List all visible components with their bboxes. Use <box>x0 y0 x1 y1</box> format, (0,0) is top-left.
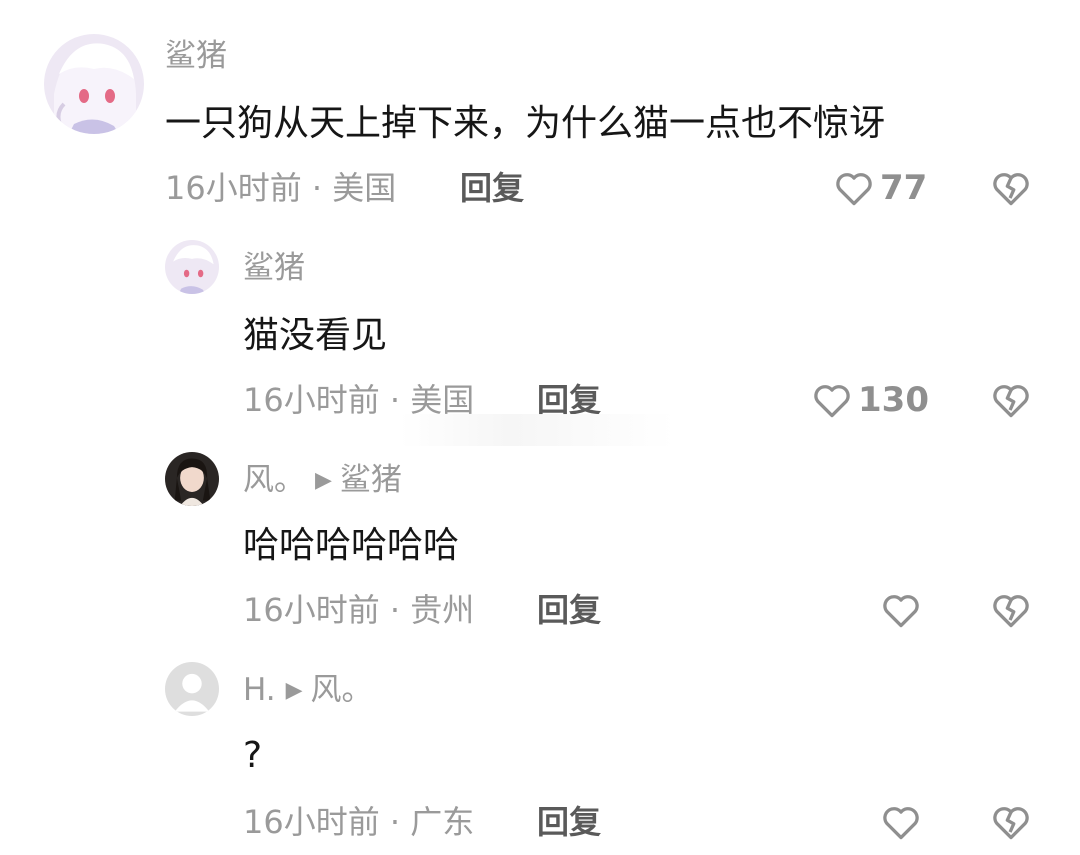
comment-text: 哈哈哈哈哈哈 <box>243 525 460 566</box>
comment-meta: 16小时前 · 贵州 <box>243 591 475 629</box>
avatar[interactable] <box>165 240 219 294</box>
reply-to-author[interactable]: 风。 <box>311 672 373 708</box>
heart-outline-icon <box>836 173 872 206</box>
like-button[interactable] <box>879 800 927 844</box>
comment-meta: 16小时前 · 广东 <box>243 803 475 841</box>
comment-text: ? <box>243 735 263 776</box>
heart-outline-icon <box>883 595 919 628</box>
like-button[interactable]: 130 <box>810 378 929 422</box>
like-count: 130 <box>858 380 929 420</box>
comment-author[interactable]: 风。 <box>243 462 305 498</box>
reply-to-author[interactable]: 鲨猪 <box>340 462 402 498</box>
dislike-button[interactable] <box>989 800 1033 844</box>
comment-text: 猫没看见 <box>243 315 388 356</box>
reply-button[interactable]: 回复 <box>537 590 601 630</box>
comment-text: 一只狗从天上掉下来，为什么猫一点也不惊讶 <box>165 103 886 144</box>
broken-heart-icon <box>993 595 1029 628</box>
comment-item: 鲨猪 一只狗从天上掉下来，为什么猫一点也不惊讶 16小时前 · 美国 回复 77 <box>0 0 1080 220</box>
comment-author[interactable]: H. <box>243 672 276 708</box>
reply-button[interactable]: 回复 <box>537 802 601 842</box>
comment-author[interactable]: 鲨猪 <box>243 250 305 286</box>
dislike-button[interactable] <box>989 166 1033 210</box>
dislike-button[interactable] <box>989 378 1033 422</box>
dislike-button[interactable] <box>989 588 1033 632</box>
comment-meta: 16小时前 · 美国 <box>165 169 397 207</box>
triangle-right-icon: ▶ <box>315 468 332 493</box>
avatar[interactable] <box>44 34 144 134</box>
triangle-right-icon: ▶ <box>285 678 303 703</box>
broken-heart-icon <box>993 807 1029 840</box>
reply-button[interactable]: 回复 <box>460 168 524 208</box>
like-count: 77 <box>880 168 928 208</box>
like-button[interactable] <box>879 588 927 632</box>
avatar[interactable] <box>165 452 219 506</box>
avatar[interactable] <box>165 662 219 716</box>
broken-heart-icon <box>993 385 1029 418</box>
comment-author-line: H. ▶ 风。 <box>243 672 373 709</box>
heart-outline-icon <box>814 385 850 418</box>
reply-item: H. ▶ 风。 ? 16小时前 · 广东 回复 <box>0 652 1080 855</box>
broken-heart-icon <box>993 173 1029 206</box>
like-button[interactable]: 77 <box>832 166 927 210</box>
comment-author[interactable]: 鲨猪 <box>165 38 227 74</box>
reply-item: 鲨猪 猫没看见 16小时前 · 美国 回复 130 <box>0 220 1080 440</box>
reply-item: 风。 ▶ 鲨猪 哈哈哈哈哈哈 16小时前 · 贵州 回复 <box>0 440 1080 652</box>
comment-author-line: 风。 ▶ 鲨猪 <box>243 462 402 499</box>
heart-outline-icon <box>883 807 919 840</box>
